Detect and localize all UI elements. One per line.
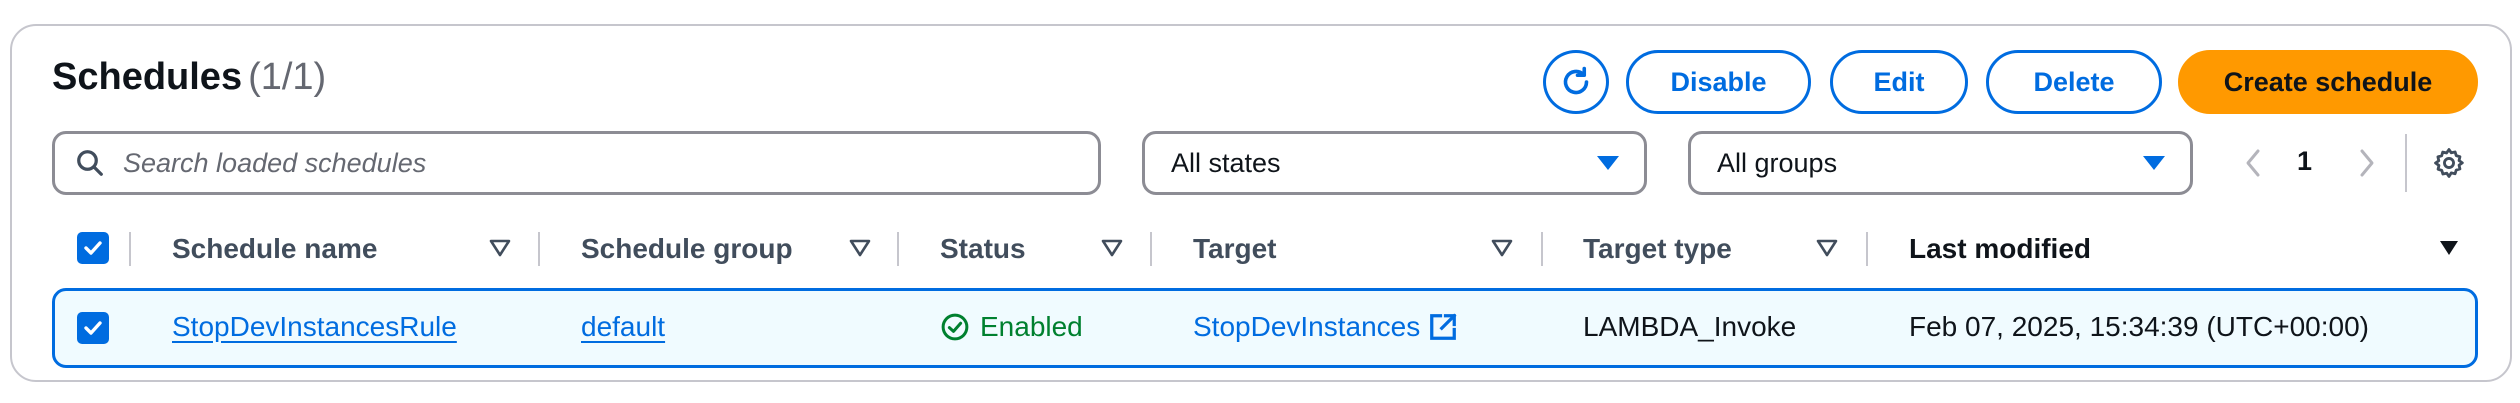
search-input[interactable]: Search loaded schedules xyxy=(52,131,1101,195)
sort-icon[interactable] xyxy=(1101,238,1123,258)
disable-button[interactable]: Disable xyxy=(1626,50,1811,114)
column-header-last-modified[interactable]: Last modified xyxy=(1909,233,2091,265)
title-text: Schedules xyxy=(52,56,243,98)
column-divider xyxy=(1150,232,1152,266)
column-header-status[interactable]: Status xyxy=(940,233,1026,265)
target-link[interactable]: StopDevInstances xyxy=(1193,311,1458,343)
preferences-button[interactable] xyxy=(2431,145,2467,181)
edit-button[interactable]: Edit xyxy=(1830,50,1968,114)
sort-icon[interactable] xyxy=(849,238,871,258)
select-all-checkbox[interactable] xyxy=(77,232,109,264)
caret-down-icon xyxy=(1597,156,1619,170)
row-checkbox[interactable] xyxy=(77,312,109,344)
group-filter-value: All groups xyxy=(1717,147,1838,178)
column-divider xyxy=(1866,232,1868,266)
group-filter-select[interactable]: All groups xyxy=(1688,131,2193,195)
column-header-schedule-group[interactable]: Schedule group xyxy=(581,233,793,265)
gear-icon xyxy=(2434,148,2464,178)
column-divider xyxy=(538,232,540,266)
previous-page-button[interactable] xyxy=(2238,146,2268,180)
chevron-right-icon xyxy=(2360,149,2374,177)
schedule-group-link[interactable]: default xyxy=(581,311,665,343)
search-icon xyxy=(77,150,103,176)
sort-descending-icon[interactable] xyxy=(2438,238,2460,258)
create-schedule-button[interactable]: Create schedule xyxy=(2178,50,2478,114)
status-indicator: Enabled xyxy=(940,311,1083,343)
chevron-left-icon xyxy=(2246,149,2260,177)
sort-icon[interactable] xyxy=(1816,238,1838,258)
target-type-value: LAMBDA_Invoke xyxy=(1583,311,1797,342)
sort-icon[interactable] xyxy=(1491,238,1513,258)
last-modified-value: Feb 07, 2025, 15:34:39 (UTC+00:00) xyxy=(1909,311,2369,342)
schedule-name-link[interactable]: StopDevInstancesRule xyxy=(172,311,457,343)
column-divider xyxy=(1541,232,1543,266)
column-header-target[interactable]: Target xyxy=(1193,233,1277,265)
success-check-circle-icon xyxy=(941,313,969,341)
column-divider xyxy=(897,232,899,266)
refresh-icon xyxy=(1563,66,1589,95)
state-filter-select[interactable]: All states xyxy=(1142,131,1647,195)
checkmark-icon xyxy=(84,241,102,255)
refresh-button[interactable] xyxy=(1543,50,1609,114)
delete-button[interactable]: Delete xyxy=(1986,50,2162,114)
current-page-number[interactable]: 1 xyxy=(2297,146,2312,177)
column-divider xyxy=(129,232,131,266)
state-filter-value: All states xyxy=(1171,147,1281,178)
pagination-divider xyxy=(2405,134,2407,192)
page-title: Schedules (1/1) xyxy=(52,56,326,99)
external-link-icon xyxy=(1430,313,1457,340)
sort-icon[interactable] xyxy=(489,238,511,258)
search-placeholder: Search loaded schedules xyxy=(123,147,427,178)
caret-down-icon xyxy=(2143,156,2165,170)
target-text: StopDevInstances xyxy=(1193,311,1421,342)
schedule-count: (1/1) xyxy=(248,56,327,98)
next-page-button[interactable] xyxy=(2352,146,2382,180)
checkmark-icon xyxy=(84,321,102,335)
status-text: Enabled xyxy=(980,311,1083,342)
column-header-schedule-name[interactable]: Schedule name xyxy=(172,233,377,265)
column-header-target-type[interactable]: Target type xyxy=(1583,233,1732,265)
